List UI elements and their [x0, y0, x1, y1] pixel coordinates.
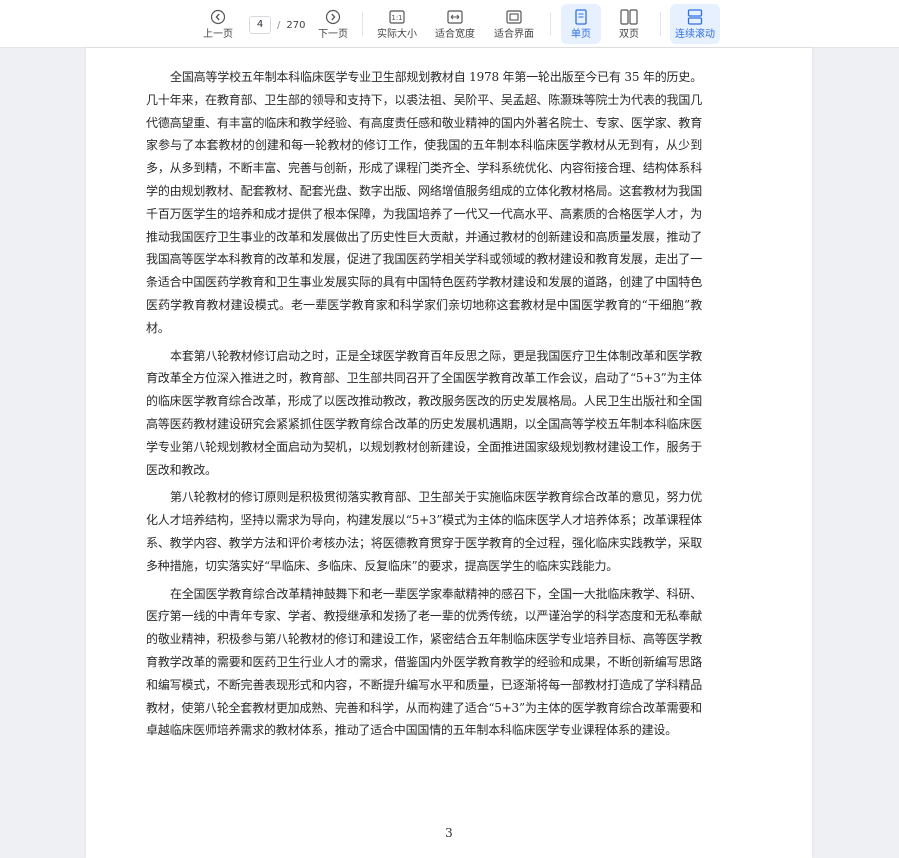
- fit-page-label: 适合界面: [494, 29, 534, 40]
- fit-width-label: 适合宽度: [435, 29, 475, 40]
- prev-page-label: 上一页: [203, 29, 233, 40]
- toolbar-divider: [362, 12, 363, 36]
- actual-size-label: 实际大小: [377, 29, 417, 40]
- fit-width-button[interactable]: 适合宽度: [432, 4, 478, 44]
- chevron-right-icon: [325, 8, 341, 26]
- page-footer-number: 3: [445, 826, 453, 840]
- next-page-label: 下一页: [318, 29, 348, 40]
- paragraph: 全国高等学校五年制本科临床医学专业卫生部规划教材自 1978 年第一轮出版至今已…: [146, 70, 702, 335]
- total-pages: 270: [286, 19, 306, 31]
- page-indicator: / 270: [249, 15, 305, 35]
- continuous-scroll-icon: [687, 8, 703, 26]
- svg-text:1:1: 1:1: [391, 14, 402, 22]
- continuous-scroll-label: 连续滚动: [675, 29, 715, 40]
- double-page-label: 双页: [619, 29, 639, 40]
- viewer-toolbar: 上一页 / 270 下一页 1:1 实际大小 适合宽度 适合界面: [0, 0, 899, 48]
- single-page-button[interactable]: 单页: [561, 4, 601, 44]
- document-page: 全国高等学校五年制本科临床医学专业卫生部规划教材自 1978 年第一轮出版至今已…: [86, 48, 812, 858]
- toolbar-divider: [550, 12, 551, 36]
- paragraph: 本套第八轮教材修订启动之时，正是全球医学教育百年反思之际，更是我国医疗卫生体制改…: [146, 348, 702, 477]
- paragraph: 第八轮教材的修订原则是积极贯彻落实教育部、卫生部关于实施临床医学教育综合改革的意…: [146, 490, 702, 573]
- paragraph: 在全国医学教育综合改革精神鼓舞下和老一辈医学家奉献精神的感召下，全国一大批临床教…: [146, 586, 702, 738]
- continuous-scroll-button[interactable]: 连续滚动: [670, 4, 720, 44]
- actual-size-button[interactable]: 1:1 实际大小: [374, 4, 420, 44]
- chevron-left-icon: [210, 8, 226, 26]
- single-page-label: 单页: [571, 29, 591, 40]
- scrollbar[interactable]: [893, 48, 899, 858]
- next-page-button[interactable]: 下一页: [313, 4, 353, 44]
- prev-page-button[interactable]: 上一页: [198, 4, 238, 44]
- double-page-icon: [620, 8, 638, 26]
- single-page-icon: [575, 8, 587, 26]
- page-text: 全国高等学校五年制本科临床医学专业卫生部规划教材自 1978 年第一轮出版至今已…: [146, 66, 702, 747]
- fit-page-button[interactable]: 适合界面: [490, 4, 538, 44]
- fit-page-icon: [506, 8, 522, 26]
- page-separator: /: [277, 19, 281, 31]
- double-page-button[interactable]: 双页: [609, 4, 649, 44]
- toolbar-divider: [660, 12, 661, 36]
- actual-size-icon: 1:1: [389, 8, 405, 26]
- fit-width-icon: [447, 8, 463, 26]
- page-number-input[interactable]: [249, 16, 271, 34]
